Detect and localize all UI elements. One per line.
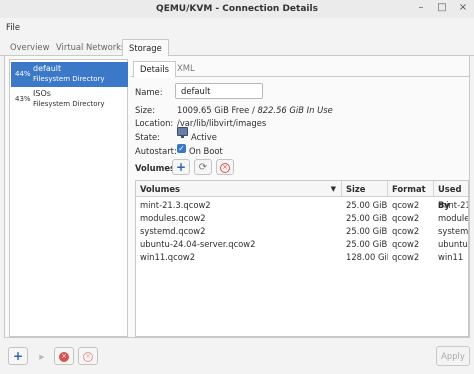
pool-item-isos[interactable]: 43% ISOs Filesystem Directory	[11, 87, 128, 112]
delete-icon: ×	[83, 351, 93, 362]
column-format[interactable]: Format	[388, 181, 434, 197]
tab-xml[interactable]: XML	[171, 62, 201, 77]
tab-overview[interactable]: Overview	[4, 40, 55, 56]
start-pool-button[interactable]: ▶	[32, 347, 52, 365]
size-value: 1009.65 GiB Free / 822.56 GiB In Use	[177, 105, 333, 115]
menu-file[interactable]: File	[6, 22, 20, 32]
tab-storage[interactable]: Storage	[122, 39, 169, 57]
pool-list: 44% default Filesystem Directory 43% ISO…	[9, 59, 128, 337]
main-tabs: Overview Virtual Networks Storage	[0, 36, 474, 57]
add-pool-button[interactable]: +	[8, 347, 28, 365]
size-free: 1009.65 GiB Free /	[177, 105, 255, 115]
window-titlebar: QEMU/KVM - Connection Details – □ ×	[0, 0, 474, 18]
table-header: Volumes ▼ Size Format Used By	[136, 181, 468, 210]
delete-volume-button[interactable]: ×	[216, 159, 234, 175]
pool-name-input[interactable]	[175, 83, 263, 99]
pool-detail: Details XML Name: Size: 1009.65 GiB Free…	[131, 59, 469, 337]
pool-usage: 43%	[15, 95, 31, 103]
column-size[interactable]: Size	[342, 181, 388, 197]
monitor-icon	[177, 127, 188, 138]
apply-button[interactable]: Apply	[436, 346, 470, 366]
plus-icon: +	[175, 160, 187, 174]
location-value: /var/lib/libvirt/images	[177, 118, 267, 128]
table-row[interactable]: ubuntu-24.04-server.qcow2 25.00 GiB qcow…	[136, 238, 468, 251]
size-label: Size:	[135, 105, 156, 115]
minimize-icon[interactable]: –	[414, 1, 428, 15]
plus-icon: +	[12, 349, 24, 363]
tab-virtual-networks[interactable]: Virtual Networks	[50, 40, 131, 56]
stop-pool-button[interactable]: ×	[54, 347, 74, 365]
maximize-icon[interactable]: □	[435, 1, 449, 15]
pool-type: Filesystem Directory	[33, 75, 105, 83]
table-row[interactable]: mint-21.3.qcow2 25.00 GiB qcow2 mint-21.…	[136, 199, 468, 212]
autostart-label: Autostart:	[135, 146, 177, 156]
pool-name: ISOs	[33, 89, 51, 98]
table-row[interactable]: win11.qcow2 128.00 GiB qcow2 win11	[136, 251, 468, 264]
table-row[interactable]: systemd.qcow2 25.00 GiB qcow2 systemd	[136, 225, 468, 238]
column-volumes[interactable]: Volumes ▼	[136, 181, 342, 197]
pool-type: Filesystem Directory	[33, 100, 105, 108]
pool-toolbar: + ▶ × × Apply	[4, 344, 470, 368]
autostart-checkbox[interactable]: ✓	[177, 144, 186, 153]
refresh-icon: ⟳	[198, 162, 208, 173]
stop-icon: ×	[59, 351, 69, 362]
autostart-value: On Boot	[189, 146, 223, 156]
sort-down-icon: ▼	[330, 185, 336, 193]
refresh-volumes-button[interactable]: ⟳	[194, 159, 212, 175]
pool-item-default[interactable]: 44% default Filesystem Directory	[11, 62, 128, 87]
table-row[interactable]: modules.qcow2 25.00 GiB qcow2 modules	[136, 212, 468, 225]
column-used-by[interactable]: Used By	[434, 181, 468, 210]
delete-pool-button[interactable]: ×	[78, 347, 98, 365]
location-label: Location:	[135, 118, 174, 128]
add-volume-button[interactable]: +	[172, 159, 190, 175]
pool-name: default	[33, 64, 62, 73]
state-label: State:	[135, 132, 160, 142]
menu-bar: File	[0, 18, 474, 36]
detail-tabs: Details XML	[131, 59, 469, 78]
state-value: Active	[191, 132, 217, 142]
storage-panel: 44% default Filesystem Directory 43% ISO…	[4, 56, 470, 338]
volumes-table: Volumes ▼ Size Format Used By mint-21.3.…	[135, 180, 469, 337]
window-title: QEMU/KVM - Connection Details	[156, 4, 318, 14]
close-icon[interactable]: ×	[456, 1, 470, 15]
name-label: Name:	[135, 87, 163, 97]
tab-details[interactable]: Details	[133, 61, 177, 78]
volumes-label: Volumes	[135, 163, 176, 173]
pool-usage: 44%	[15, 70, 31, 78]
delete-icon: ×	[220, 162, 230, 173]
size-in-use: 822.56 GiB In Use	[257, 105, 333, 115]
play-icon: ▶	[39, 353, 45, 361]
